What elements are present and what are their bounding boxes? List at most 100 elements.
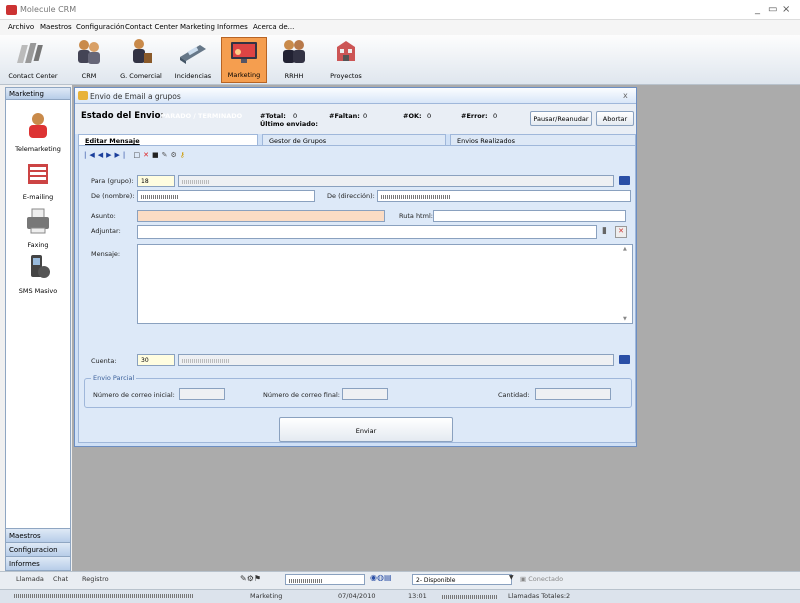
menu-configuracion[interactable]: Configuración [76, 23, 125, 31]
para-label: Para (grupo): [91, 177, 134, 185]
menu-contact-center[interactable]: Contact Center [125, 23, 178, 31]
minimize-button[interactable]: _ [755, 4, 760, 15]
telemarketing-icon [29, 113, 47, 138]
sidebar-item-sms-masivo[interactable]: SMS Masivo [6, 252, 70, 295]
toolbar-proyectos-button[interactable]: Proyectos [320, 37, 372, 83]
sidebar-header: Marketing [6, 88, 70, 100]
num-inicial-input[interactable] [179, 388, 225, 400]
ruta-html-input[interactable] [433, 210, 626, 222]
adjuntar-input[interactable] [137, 225, 597, 239]
toolbar-crm-button[interactable]: CRM [66, 37, 112, 83]
title-bar: Molecule CRM _ ▭ × [0, 0, 800, 20]
mensaje-label: Mensaje: [91, 250, 121, 258]
phone-number-input[interactable] [285, 574, 365, 585]
menu-maestros[interactable]: Maestros [40, 23, 72, 31]
new-icon[interactable]: □ [134, 151, 144, 159]
window-title: Molecule CRM [20, 5, 77, 14]
sidebar: Marketing Telemarketing E-mailing Faxing… [5, 87, 71, 571]
cuenta-input[interactable]: 30 [137, 354, 175, 366]
statusbar-chat-tab[interactable]: Chat [53, 575, 68, 583]
scroll-down-icon[interactable]: ▼ [623, 316, 627, 322]
menu-informes[interactable]: Informes [217, 23, 248, 31]
sidebar-maestros[interactable]: Maestros [6, 528, 70, 542]
delete-icon[interactable]: ✕ [143, 151, 152, 159]
cuenta-folder-icon[interactable] [619, 355, 630, 364]
de-nombre-input[interactable] [137, 190, 315, 202]
call-icons[interactable]: ◉◍▤ [370, 573, 392, 582]
extension-info [442, 593, 498, 601]
asunto-label: Asunto: [91, 212, 116, 220]
key-icon[interactable]: ⚷ [180, 151, 188, 159]
prev-record-icon[interactable]: ◀ [98, 151, 106, 159]
statusbar-registro-tab[interactable]: Registro [82, 575, 109, 583]
last-record-icon[interactable]: ▶| [115, 151, 129, 159]
close-button[interactable]: × [782, 4, 790, 15]
tools-icon[interactable]: ✎ [162, 151, 171, 159]
phone-tools-icon[interactable]: ✎⚙⚑ [240, 574, 261, 583]
remove-attachment-icon[interactable]: ✕ [615, 226, 627, 238]
first-record-icon[interactable]: |◀ [84, 151, 98, 159]
attach-icon[interactable]: ▮ [602, 226, 607, 236]
sidebar-item-emailing[interactable]: E-mailing [6, 158, 70, 201]
faltan-label: #Faltan: [329, 112, 360, 120]
toolbar-comercial-button[interactable]: G. Comercial [116, 37, 166, 83]
user-info [14, 592, 194, 600]
contact-center-icon [17, 43, 43, 63]
menu-acerca[interactable]: Acerca de... [253, 23, 294, 31]
cantidad-input[interactable] [535, 388, 611, 400]
num-final-label: Número de correo final: [263, 391, 340, 399]
adjuntar-label: Adjuntar: [91, 227, 121, 235]
scroll-up-icon[interactable]: ▲ [623, 246, 627, 252]
tab-envios-realizados[interactable]: Envios Realizados [450, 134, 636, 145]
toolbar-marketing-button[interactable]: Marketing [221, 37, 267, 83]
para-folder-icon[interactable] [619, 176, 630, 185]
cuenta-name [178, 354, 614, 366]
availability-select[interactable]: 2- Disponible [412, 574, 512, 585]
app-icon [6, 5, 17, 15]
commercial-icon [133, 39, 152, 63]
enviar-button[interactable]: Enviar [279, 417, 453, 442]
sidebar-item-faxing[interactable]: Faxing [6, 206, 70, 249]
de-direccion-input[interactable] [377, 190, 631, 202]
ok-value: 0 [427, 112, 432, 120]
pause-resume-button[interactable]: Pausar/Reanudar [530, 111, 592, 126]
de-nombre-label: De (nombre): [91, 192, 135, 200]
maximize-button[interactable]: ▭ [768, 4, 777, 15]
tab-editar-mensaje[interactable]: Editar Mensaje [78, 134, 258, 145]
save-icon[interactable]: ■ [152, 151, 162, 159]
email-dialog: Envio de Email a grupos x Estado del Env… [74, 87, 637, 447]
dialog-title: Envio de Email a grupos [90, 92, 181, 101]
sidebar-configuracion[interactable]: Configuracion [6, 542, 70, 556]
availability-dropdown-icon[interactable]: ▼ [509, 574, 514, 581]
num-final-input[interactable] [342, 388, 388, 400]
menu-marketing[interactable]: Marketing [180, 23, 215, 31]
num-inicial-label: Número de correo inicial: [93, 391, 175, 399]
ruta-html-label: Ruta html: [399, 212, 433, 220]
toolbar-rrhh-button[interactable]: RRHH [272, 37, 316, 83]
asunto-input[interactable] [137, 210, 385, 222]
status-label: Estado del Envio: [81, 111, 164, 121]
options-icon[interactable]: ⚙ [171, 151, 180, 159]
abort-button[interactable]: Abortar [596, 111, 634, 126]
nav-toolbar: |◀◀▶▶| □✕■✎⚙⚷ [84, 151, 188, 159]
next-record-icon[interactable]: ▶ [106, 151, 114, 159]
para-input[interactable]: 18 [137, 175, 175, 187]
menu-archivo[interactable]: Archivo [8, 23, 34, 31]
sidebar-item-telemarketing[interactable]: Telemarketing [6, 110, 70, 153]
tab-gestor-grupos[interactable]: Gestor de Grupos [262, 134, 446, 145]
statusbar-llamada-tab[interactable]: Llamada [16, 575, 44, 583]
toolbar-contact-center-button[interactable]: Contact Center [4, 37, 62, 83]
total-value: 0 [293, 112, 298, 120]
dialog-key-icon [78, 91, 88, 100]
ultimo-label: Último enviado: [260, 120, 318, 128]
toolbar-incidencias-button[interactable]: Incidencias [168, 37, 218, 83]
dialog-close-button[interactable]: x [623, 91, 628, 100]
sidebar-informes[interactable]: Informes [6, 556, 70, 570]
mensaje-textarea[interactable] [137, 244, 633, 324]
current-time: 13:01 [408, 592, 427, 600]
projects-icon [337, 41, 355, 61]
sms-icon [31, 255, 50, 278]
module-toolbar: Contact Center CRM G. Comercial Incidenc… [0, 35, 800, 85]
cantidad-label: Cantidad: [498, 391, 530, 399]
ok-label: #OK: [403, 112, 422, 120]
